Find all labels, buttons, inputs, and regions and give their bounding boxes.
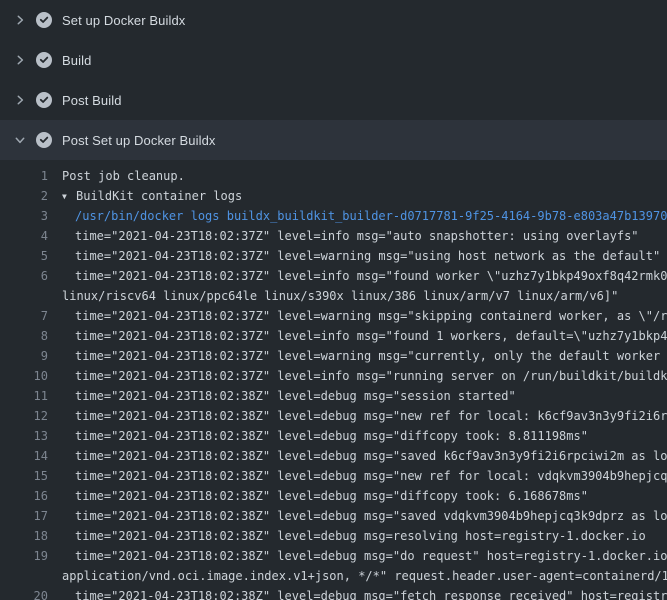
log-text: time="2021-04-23T18:02:38Z" level=debug … (62, 486, 667, 506)
log-text: time="2021-04-23T18:02:37Z" level=info m… (62, 226, 667, 246)
line-number[interactable]: 12 (0, 406, 48, 426)
line-number[interactable]: 2 (0, 186, 48, 206)
line-number[interactable]: 7 (0, 306, 48, 326)
log-line: 14 time="2021-04-23T18:02:38Z" level=debu… (0, 446, 667, 466)
log-line: 18 time="2021-04-23T18:02:38Z" level=debu… (0, 526, 667, 546)
group-toggle-icon[interactable]: ▼ (62, 187, 76, 206)
step-title: Build (62, 53, 91, 68)
log-line: 1 Post job cleanup. (0, 166, 667, 186)
line-number[interactable]: 10 (0, 366, 48, 386)
log-lines: 1 Post job cleanup. 2 ▼BuildKit container l… (0, 160, 667, 600)
log-text: time="2021-04-23T18:02:37Z" level=info m… (62, 326, 667, 346)
steps-list: Set up Docker Buildx Build Post Build Post … (0, 0, 667, 160)
log-line: 10 time="2021-04-23T18:02:37Z" level=info… (0, 366, 667, 386)
log-line: 15 time="2021-04-23T18:02:38Z" level=debu… (0, 466, 667, 486)
check-circle-icon (36, 52, 52, 68)
line-number[interactable]: 5 (0, 246, 48, 266)
line-number[interactable]: 15 (0, 466, 48, 486)
log-text: time="2021-04-23T18:02:38Z" level=debug … (62, 526, 667, 546)
log-text: time="2021-04-23T18:02:37Z" level=info m… (62, 366, 667, 386)
workflow-log-viewer: Set up Docker Buildx Build Post Build Post … (0, 0, 667, 600)
log-text: time="2021-04-23T18:02:38Z" level=debug … (62, 466, 667, 486)
log-text: time="2021-04-23T18:02:38Z" level=debug … (62, 386, 667, 406)
check-circle-icon (36, 132, 52, 148)
log-text: time="2021-04-23T18:02:37Z" level=info m… (62, 266, 667, 286)
log-text: Post job cleanup. (62, 166, 667, 186)
log-line: 7 time="2021-04-23T18:02:37Z" level=warni… (0, 306, 667, 326)
line-number[interactable]: 16 (0, 486, 48, 506)
chevron-right-icon (12, 52, 28, 68)
log-line: 20 time="2021-04-23T18:02:38Z" level=debu… (0, 586, 667, 600)
step-header-build[interactable]: Build (0, 40, 667, 80)
step-title: Post Build (62, 93, 122, 108)
line-number[interactable]: 4 (0, 226, 48, 246)
line-number[interactable]: 11 (0, 386, 48, 406)
log-line: 19 time="2021-04-23T18:02:38Z" level=debu… (0, 546, 667, 566)
check-circle-icon (36, 12, 52, 28)
log-text: time="2021-04-23T18:02:38Z" level=debug … (62, 446, 667, 466)
line-number[interactable]: 1 (0, 166, 48, 186)
chevron-right-icon (12, 12, 28, 28)
check-circle-icon (36, 92, 52, 108)
log-line: 8 time="2021-04-23T18:02:37Z" level=info … (0, 326, 667, 346)
line-number[interactable]: 6 (0, 266, 48, 286)
log-text: time="2021-04-23T18:02:38Z" level=debug … (62, 586, 667, 600)
command-text: /usr/bin/docker logs buildx_buildkit_bui… (62, 206, 667, 226)
group-title: BuildKit container logs (76, 189, 242, 203)
chevron-down-icon (12, 132, 28, 148)
step-header-post-build[interactable]: Post Build (0, 80, 667, 120)
log-text: time="2021-04-23T18:02:38Z" level=debug … (62, 406, 667, 426)
log-line: 13 time="2021-04-23T18:02:38Z" level=debu… (0, 426, 667, 446)
log-text: time="2021-04-23T18:02:37Z" level=warnin… (62, 306, 667, 326)
log-line: linux/riscv64 linux/ppc64le linux/s390x … (0, 286, 667, 306)
line-number (0, 566, 48, 586)
log-line: 17 time="2021-04-23T18:02:38Z" level=debu… (0, 506, 667, 526)
log-line: 3/usr/bin/docker logs buildx_buildkit_bu… (0, 206, 667, 226)
line-number[interactable]: 17 (0, 506, 48, 526)
log-text: time="2021-04-23T18:02:38Z" level=debug … (62, 546, 667, 566)
log-line: 11 time="2021-04-23T18:02:38Z" level=debu… (0, 386, 667, 406)
line-number (0, 286, 48, 306)
log-line: application/vnd.oci.image.index.v1+json,… (0, 566, 667, 586)
log-line: 9 time="2021-04-23T18:02:37Z" level=warni… (0, 346, 667, 366)
log-line: 16 time="2021-04-23T18:02:38Z" level=debu… (0, 486, 667, 506)
line-number[interactable]: 14 (0, 446, 48, 466)
line-number[interactable]: 20 (0, 586, 48, 600)
log-line: 6 time="2021-04-23T18:02:37Z" level=info … (0, 266, 667, 286)
line-number[interactable]: 13 (0, 426, 48, 446)
step-title: Post Set up Docker Buildx (62, 133, 216, 148)
log-text: time="2021-04-23T18:02:37Z" level=warnin… (62, 346, 667, 366)
chevron-right-icon (12, 92, 28, 108)
line-number[interactable]: 8 (0, 326, 48, 346)
log-text: time="2021-04-23T18:02:37Z" level=warnin… (62, 246, 667, 266)
log-text: linux/riscv64 linux/ppc64le linux/s390x … (62, 286, 667, 306)
log-text: application/vnd.oci.image.index.v1+json,… (62, 566, 667, 586)
log-line: 5 time="2021-04-23T18:02:37Z" level=warni… (0, 246, 667, 266)
step-title: Set up Docker Buildx (62, 13, 185, 28)
log-line: 2 ▼BuildKit container logs (0, 186, 667, 206)
line-number[interactable]: 9 (0, 346, 48, 366)
line-number[interactable]: 3 (0, 206, 48, 226)
log-text: time="2021-04-23T18:02:38Z" level=debug … (62, 426, 667, 446)
log-line: 12 time="2021-04-23T18:02:38Z" level=debu… (0, 406, 667, 426)
line-number[interactable]: 18 (0, 526, 48, 546)
line-number[interactable]: 19 (0, 546, 48, 566)
step-header-post-set-up-docker-buildx[interactable]: Post Set up Docker Buildx (0, 120, 667, 160)
step-header-set-up-docker-buildx[interactable]: Set up Docker Buildx (0, 0, 667, 40)
log-text: time="2021-04-23T18:02:38Z" level=debug … (62, 506, 667, 526)
log-line: 4 time="2021-04-23T18:02:37Z" level=info … (0, 226, 667, 246)
